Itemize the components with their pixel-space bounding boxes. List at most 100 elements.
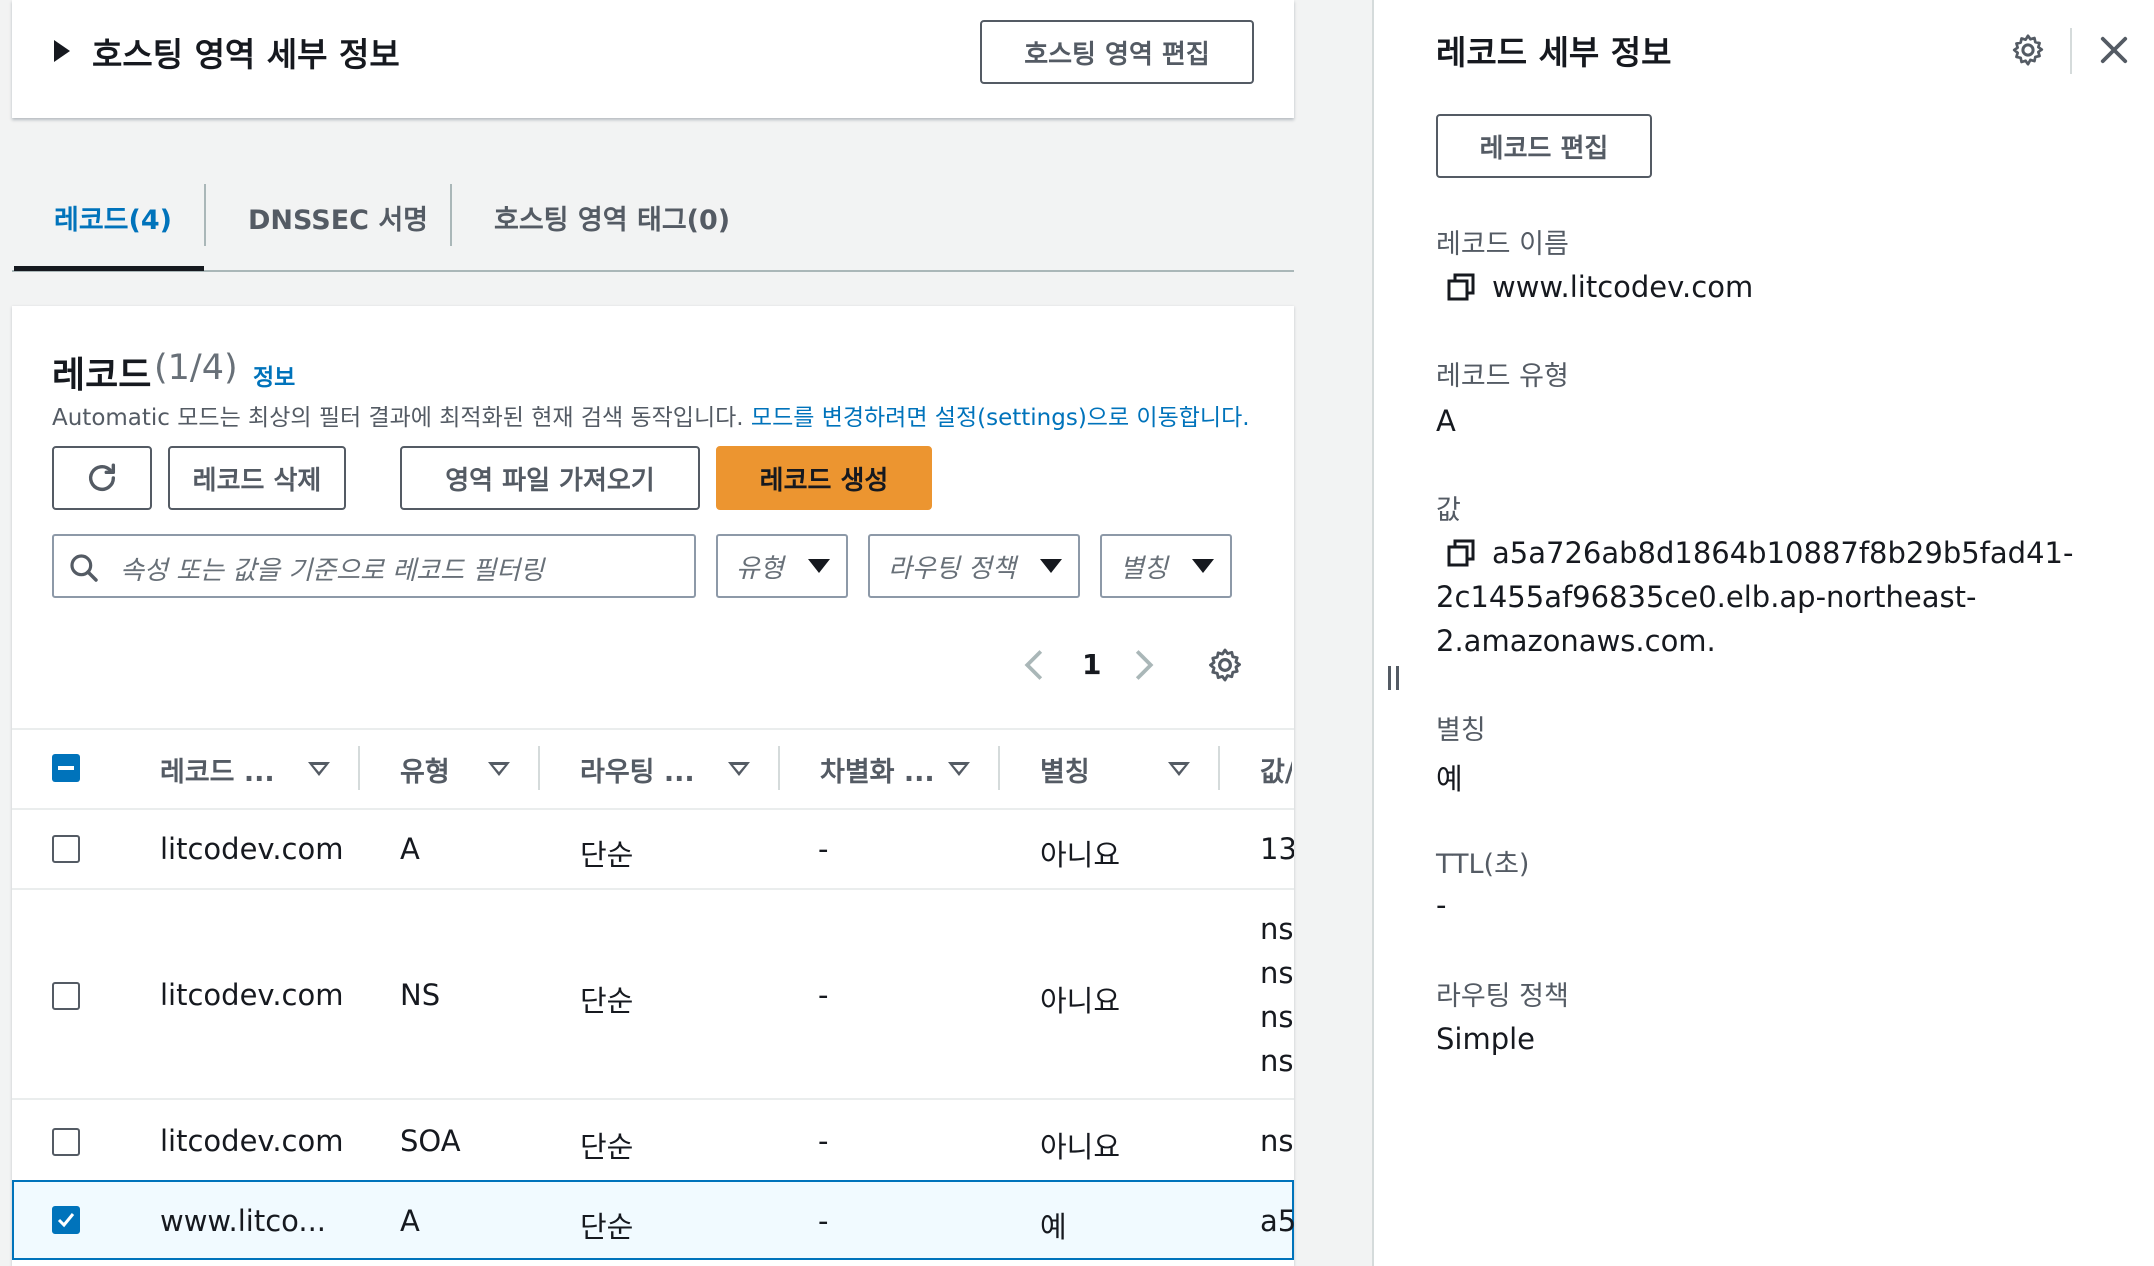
ttl-label: TTL(초) <box>1436 849 1530 880</box>
row-checkbox[interactable] <box>52 1128 80 1156</box>
sort-icon[interactable] <box>308 762 330 776</box>
routing-policy-value: Simple <box>1436 1022 1536 1056</box>
row-differentiator: - <box>818 978 829 1012</box>
table-top-border <box>12 728 1294 730</box>
column-separator[interactable] <box>358 746 360 790</box>
copy-icon[interactable] <box>1446 272 1476 302</box>
column-header-type[interactable]: 유형 <box>400 750 450 789</box>
column-header-differentiator[interactable]: 차별화 ... <box>820 750 935 789</box>
row-value: 13 <box>1260 832 1294 866</box>
column-header-value[interactable]: 값/ <box>1260 750 1292 789</box>
records-description: Automatic 모드는 최상의 필터 결과에 최적화된 현재 검색 동작입니… <box>52 398 1250 432</box>
description-text: Automatic 모드는 최상의 필터 결과에 최적화된 현재 검색 동작입니… <box>52 405 744 431</box>
search-icon <box>70 554 98 582</box>
panel-settings-gear-icon[interactable] <box>2010 32 2046 68</box>
row-type: NS <box>400 978 441 1012</box>
row-type: A <box>400 1204 420 1238</box>
close-icon[interactable] <box>2098 34 2130 66</box>
column-header-alias[interactable]: 별칭 <box>1040 750 1090 789</box>
resize-handle-bar <box>1388 666 1391 690</box>
previous-page-icon[interactable] <box>1022 648 1046 682</box>
next-page-icon[interactable] <box>1132 648 1156 682</box>
record-type-label: 레코드 유형 <box>1436 361 1569 392</box>
row-value-line: ns- <box>1260 956 1294 990</box>
search-box[interactable]: 속성 또는 값을 기준으로 레코드 필터링 <box>52 534 696 598</box>
edit-record-button[interactable]: 레코드 편집 <box>1436 114 1652 178</box>
type-filter-select[interactable]: 유형 <box>716 534 848 598</box>
type-filter-label: 유형 <box>736 553 784 584</box>
delete-record-button[interactable]: 레코드 삭제 <box>168 446 346 510</box>
edit-hosted-zone-button[interactable]: 호스팅 영역 편집 <box>980 20 1254 84</box>
info-link[interactable]: 정보 <box>253 358 295 392</box>
row-checkbox[interactable] <box>52 835 80 863</box>
sort-icon[interactable] <box>948 762 970 776</box>
routing-policy-label: 라우팅 정책 <box>1436 981 1569 1012</box>
ttl-value: - <box>1436 888 1447 922</box>
record-type-value: A <box>1436 404 1456 438</box>
column-header-routing-policy[interactable]: 라우팅 ... <box>580 750 695 789</box>
create-record-button[interactable]: 레코드 생성 <box>716 446 932 510</box>
row-checkbox[interactable] <box>52 982 80 1010</box>
refresh-icon <box>88 463 116 491</box>
tab-records[interactable]: 레코드(4) <box>54 198 172 237</box>
sort-icon[interactable] <box>1168 762 1190 776</box>
current-page-number[interactable]: 1 <box>1082 648 1101 681</box>
records-count: (1/4) <box>154 348 238 388</box>
column-header-record-name[interactable]: 레코드 ... <box>160 750 275 789</box>
expand-triangle-icon[interactable] <box>54 40 70 62</box>
hosted-zone-details-card: 호스팅 영역 세부 정보 호스팅 영역 편집 <box>12 0 1294 118</box>
copy-icon[interactable] <box>1446 538 1476 568</box>
column-separator[interactable] <box>1218 746 1220 790</box>
record-value-label: 값 <box>1436 495 1461 526</box>
record-name-label: 레코드 이름 <box>1436 229 1569 260</box>
resize-handle-bar <box>1396 666 1399 690</box>
row-value: ns- <box>1260 1124 1294 1158</box>
row-routing: 단순 <box>580 984 634 1018</box>
record-value-line: a5a726ab8d1864b10887f8b29b5fad41- <box>1492 536 2074 570</box>
routing-policy-filter-select[interactable]: 라우팅 정책 <box>868 534 1080 598</box>
row-differentiator: - <box>818 1204 829 1238</box>
row-divider <box>12 888 1294 890</box>
row-record-name: litcodev.com <box>160 832 344 866</box>
row-alias: 아니요 <box>1040 838 1121 872</box>
row-value-line: ns- <box>1260 912 1294 946</box>
column-separator[interactable] <box>538 746 540 790</box>
row-routing: 단순 <box>580 1210 634 1244</box>
table-settings-gear-icon[interactable] <box>1206 646 1244 684</box>
row-record-name: litcodev.com <box>160 978 344 1012</box>
split-panel-resize-handle[interactable] <box>1386 666 1404 690</box>
row-checkbox-checked[interactable] <box>52 1206 80 1234</box>
column-separator[interactable] <box>778 746 780 790</box>
select-all-checkbox[interactable] <box>52 754 80 782</box>
row-routing: 단순 <box>580 838 634 872</box>
active-tab-indicator <box>14 266 204 271</box>
row-value: a5 <box>1260 1204 1294 1238</box>
tab-hosted-zone-tags[interactable]: 호스팅 영역 태그(0) <box>494 198 730 237</box>
row-value-line: ns- <box>1260 1044 1294 1078</box>
records-title: 레코드 <box>52 355 152 396</box>
settings-mode-link[interactable]: 모드를 변경하려면 설정(settings)으로 이동합니다. <box>751 405 1250 431</box>
row-routing: 단순 <box>580 1130 634 1164</box>
checkmark-icon <box>57 1213 75 1228</box>
tab-separator <box>204 184 206 246</box>
row-type: A <box>400 832 420 866</box>
search-input[interactable]: 속성 또는 값을 기준으로 레코드 필터링 <box>120 550 544 587</box>
row-value-line: ns- <box>1260 1000 1294 1034</box>
hosted-zone-section-title[interactable]: 호스팅 영역 세부 정보 <box>92 28 400 76</box>
header-divider <box>2070 28 2072 74</box>
row-type: SOA <box>400 1124 461 1158</box>
routing-filter-label: 라우팅 정책 <box>888 553 1016 584</box>
alias-label: 별칭 <box>1436 715 1486 746</box>
import-zone-file-button[interactable]: 영역 파일 가져오기 <box>400 446 700 510</box>
indeterminate-dash-icon <box>58 766 74 770</box>
column-separator[interactable] <box>998 746 1000 790</box>
record-details-title: 레코드 세부 정보 <box>1436 33 1672 72</box>
sort-icon[interactable] <box>728 762 750 776</box>
alias-filter-select[interactable]: 별칭 <box>1100 534 1232 598</box>
tabs-baseline <box>12 270 1294 272</box>
row-alias: 예 <box>1040 1210 1067 1244</box>
sort-icon[interactable] <box>488 762 510 776</box>
refresh-button[interactable] <box>52 446 152 510</box>
tab-dnssec[interactable]: DNSSEC 서명 <box>248 198 428 237</box>
row-differentiator: - <box>818 832 829 866</box>
